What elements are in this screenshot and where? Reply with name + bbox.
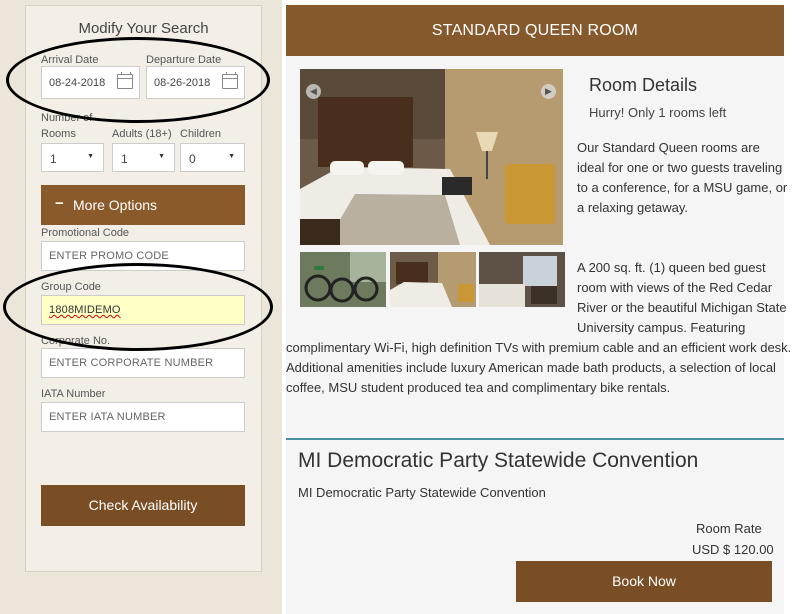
room-panel: STANDARD QUEEN ROOM ◀ ▶ Room Details Hur… xyxy=(286,5,791,614)
chevron-down-icon: ▼ xyxy=(228,153,235,160)
room-description-line: ideal for one or two guests traveling xyxy=(577,160,783,175)
rooms-label: Rooms xyxy=(41,128,76,140)
iata-number-input[interactable]: ENTER IATA NUMBER xyxy=(41,402,245,432)
children-select[interactable]: 0 ▼ xyxy=(180,143,245,172)
sidebar-title: Modify Your Search xyxy=(78,20,209,37)
adults-select[interactable]: 1 ▼ xyxy=(112,143,175,172)
amenity-line: Additional amenities include luxury Amer… xyxy=(286,360,776,375)
amenity-line: River or the beautiful Michigan State xyxy=(577,300,787,315)
group-code-input[interactable]: 1808MIDEMO xyxy=(41,295,245,325)
departure-date-input[interactable]: 08-26-2018 xyxy=(146,66,245,99)
group-code-value: 1808MIDEMO xyxy=(49,304,121,316)
children-select-value: 0 xyxy=(189,152,196,166)
rooms-select[interactable]: 1 ▼ xyxy=(41,143,104,172)
group-code-label: Group Code xyxy=(41,281,101,293)
chevron-left-icon[interactable]: ◀ xyxy=(306,84,321,99)
modify-search-panel: Modify Your Search Arrival Date Departur… xyxy=(25,5,262,572)
room-rate-value: USD $ 120.00 xyxy=(692,542,774,557)
chevron-down-icon: ▼ xyxy=(158,153,165,160)
promo-code-placeholder: ENTER PROMO CODE xyxy=(49,250,169,262)
more-options-label: More Options xyxy=(73,197,158,213)
calendar-icon[interactable] xyxy=(222,72,238,89)
iata-number-label: IATA Number xyxy=(41,388,106,400)
room-details-title: Room Details xyxy=(589,75,698,95)
room-description-line: a relaxing getaway. xyxy=(577,200,689,215)
amenity-line: complimentary Wi-Fi, high definition TVs… xyxy=(286,340,792,355)
corporate-number-input[interactable]: ENTER CORPORATE NUMBER xyxy=(41,348,245,378)
group-title: MI Democratic Party Statewide Convention xyxy=(298,449,699,472)
rooms-label-line1: Number of xyxy=(41,112,93,124)
book-now-button[interactable]: Book Now xyxy=(516,561,772,602)
amenity-line: University campus. Featuring xyxy=(577,320,746,335)
children-label: Children xyxy=(180,128,221,140)
room-rate-label: Room Rate xyxy=(696,521,762,536)
thumbnail-bed[interactable] xyxy=(390,252,476,307)
corporate-number-label: Corporate No. xyxy=(41,335,111,347)
amenity-line: room with views of the Red Cedar xyxy=(577,280,773,295)
chevron-right-icon[interactable]: ▶ xyxy=(541,84,556,99)
calendar-icon[interactable] xyxy=(117,72,133,89)
room-header: STANDARD QUEEN ROOM xyxy=(286,5,784,56)
check-availability-button[interactable]: Check Availability xyxy=(41,485,245,526)
room-description-line: to a conference, for a MSU game, or xyxy=(577,180,788,195)
thumbnail-bikes[interactable] xyxy=(300,252,386,307)
departure-date-label: Departure Date xyxy=(146,54,222,66)
chevron-down-icon: ▼ xyxy=(87,153,94,160)
iata-number-placeholder: ENTER IATA NUMBER xyxy=(49,411,166,423)
group-subtitle: MI Democratic Party Statewide Convention xyxy=(298,485,546,500)
arrival-date-label: Arrival Date xyxy=(41,54,99,66)
corporate-number-placeholder: ENTER CORPORATE NUMBER xyxy=(49,357,214,369)
room-description-line: Our Standard Queen rooms are xyxy=(577,140,760,155)
rooms-select-value: 1 xyxy=(50,152,57,166)
room-photo xyxy=(300,69,563,245)
arrival-date-value: 08-24-2018 xyxy=(49,77,106,89)
promo-code-label: Promotional Code xyxy=(41,227,130,239)
more-options-button[interactable]: − More Options xyxy=(41,185,245,225)
thumbnail-window[interactable] xyxy=(479,252,565,307)
section-divider xyxy=(286,438,784,440)
arrival-date-input[interactable]: 08-24-2018 xyxy=(41,66,140,99)
departure-date-value: 08-26-2018 xyxy=(154,77,211,89)
promo-code-input[interactable]: ENTER PROMO CODE xyxy=(41,241,245,271)
adults-label: Adults (18+) xyxy=(112,128,172,140)
minus-icon: − xyxy=(55,195,64,212)
amenity-line: coffee, MSU student produced tea and com… xyxy=(286,380,671,395)
rooms-left-notice: Hurry! Only 1 rooms left xyxy=(589,105,727,120)
adults-select-value: 1 xyxy=(121,152,128,166)
amenity-line: A 200 sq. ft. (1) queen bed guest xyxy=(577,260,766,275)
